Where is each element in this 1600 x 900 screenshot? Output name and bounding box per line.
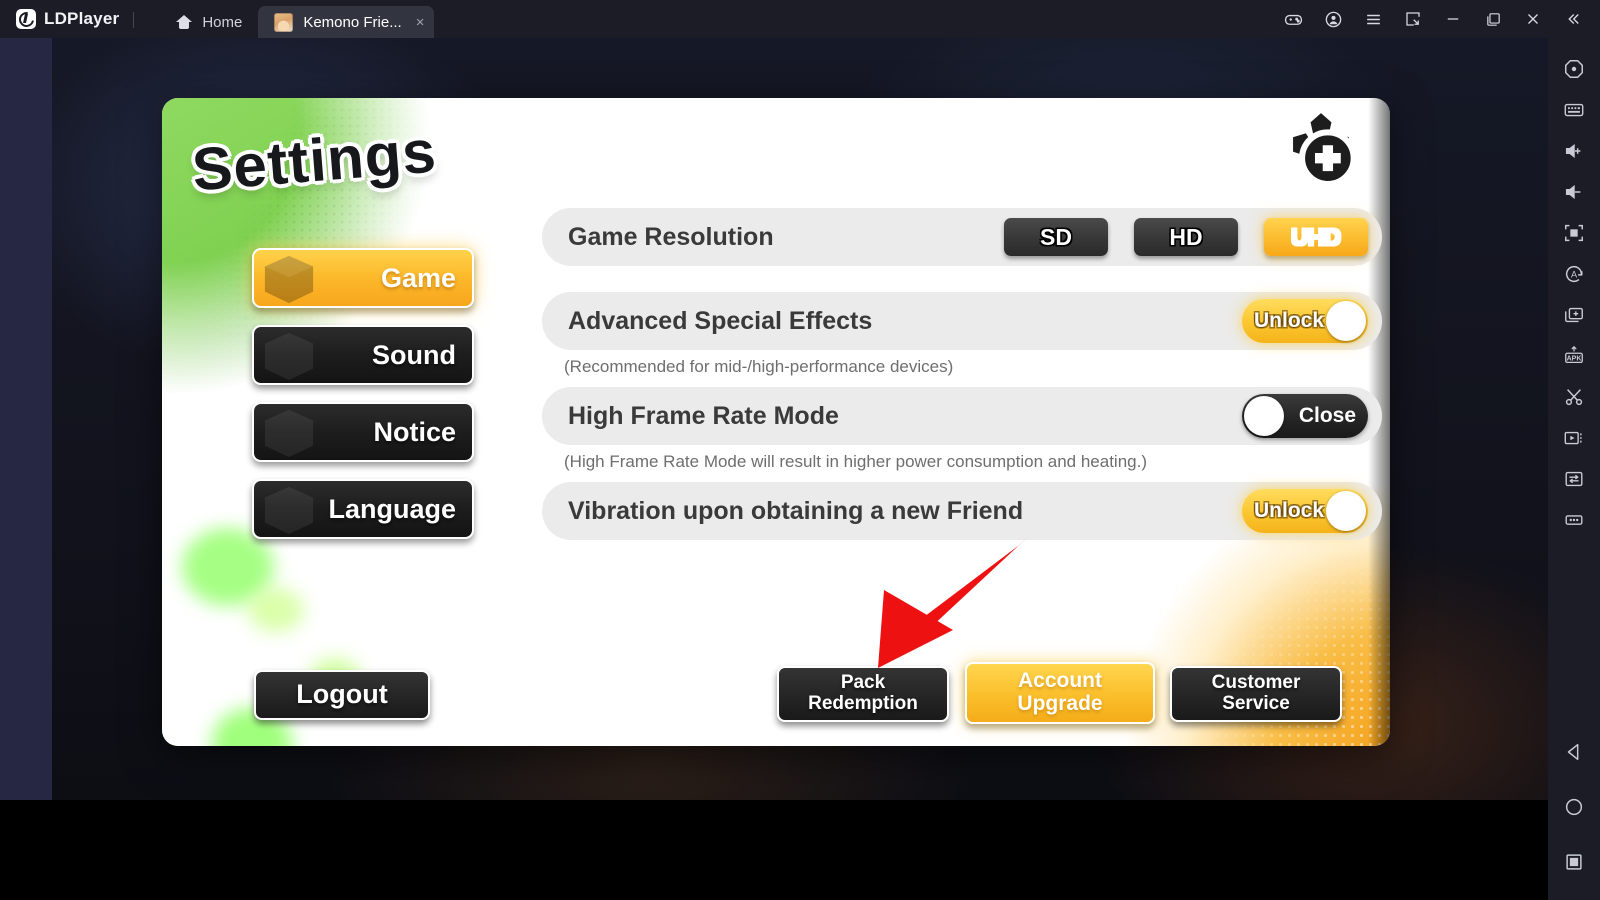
screen-left-gutter	[0, 38, 52, 800]
resolution-option-sd[interactable]: SD	[1004, 218, 1108, 256]
toggle-label: Close	[1298, 404, 1356, 427]
app-root: LDPlayer Home Kemono Frie... × Settings …	[0, 0, 1600, 900]
toggle-label: Unlock	[1254, 309, 1325, 332]
keyboard-icon[interactable]	[1548, 89, 1600, 130]
row-game-resolution: Game Resolution SD HD UHD	[542, 208, 1382, 266]
settings-panel: Settings Game Sound Notice Language Game…	[162, 98, 1390, 746]
row-note: (Recommended for mid-/high-performance d…	[564, 357, 954, 376]
fullscreen-icon[interactable]	[1548, 212, 1600, 253]
sidebar-item-label: Notice	[373, 416, 456, 447]
tab-kemono-friends-label: Kemono Frie...	[303, 13, 402, 31]
volume-down-icon[interactable]	[1548, 171, 1600, 212]
cube-icon	[260, 330, 318, 383]
brand-separator	[133, 12, 135, 28]
svg-text:APK: APK	[1567, 355, 1582, 362]
row-label: High Frame Rate Mode	[568, 401, 839, 430]
resolution-option-uhd[interactable]: UHD	[1264, 218, 1368, 256]
more-options-icon[interactable]	[1548, 499, 1600, 540]
sidebar-item-game[interactable]: Game	[252, 248, 474, 308]
customer-service-line1: Customer	[1211, 672, 1301, 694]
close-icon[interactable]	[1514, 0, 1552, 38]
tabstrip: Home Kemono Frie... ×	[160, 0, 435, 38]
android-recents-icon[interactable]	[1548, 841, 1600, 882]
app-avatar-icon	[274, 12, 294, 32]
install-apk-icon[interactable]: APK	[1548, 335, 1600, 376]
home-icon	[176, 14, 193, 30]
account-upgrade-button[interactable]: Account Upgrade	[965, 662, 1155, 724]
gamepad-icon[interactable]	[1274, 0, 1312, 38]
tab-home[interactable]: Home	[160, 6, 258, 38]
sidebar-item-language[interactable]: Language	[252, 479, 474, 539]
screen-letterbox	[0, 800, 1548, 900]
screenshot-scissors-icon[interactable]	[1548, 376, 1600, 417]
multi-instance-icon[interactable]	[1548, 294, 1600, 335]
emulator-toolbar: A APK	[1548, 38, 1600, 900]
android-back-icon[interactable]	[1548, 731, 1600, 772]
toggle-knob	[1326, 301, 1366, 341]
tab-home-label: Home	[202, 13, 243, 31]
emulator-screen: Settings Game Sound Notice Language Game…	[0, 38, 1548, 900]
maximize-icon[interactable]	[1474, 0, 1512, 38]
tab-close-icon[interactable]: ×	[416, 15, 425, 30]
logout-button[interactable]: Logout	[254, 670, 430, 720]
toggle-knob	[1244, 396, 1284, 436]
account-upgrade-line1: Account	[1018, 669, 1102, 693]
sidebar-item-sound[interactable]: Sound	[252, 325, 474, 385]
game-stage: Settings Game Sound Notice Language Game…	[52, 38, 1548, 800]
paw-cross-logo	[1278, 104, 1364, 190]
volume-up-icon[interactable]	[1548, 130, 1600, 171]
pack-redemption-button[interactable]: Pack Redemption	[777, 666, 949, 722]
ldplayer-logo-icon	[16, 9, 36, 29]
sidebar-item-notice[interactable]: Notice	[252, 402, 474, 462]
glow-accent	[248, 588, 304, 632]
row-note: (High Frame Rate Mode will result in hig…	[564, 452, 1148, 471]
row-spacer	[542, 266, 1382, 292]
pack-redemption-line2: Redemption	[808, 693, 918, 714]
minimize-icon[interactable]	[1434, 0, 1472, 38]
menu-icon[interactable]	[1354, 0, 1392, 38]
sidebar-item-label: Language	[328, 493, 456, 524]
brand-name: LDPlayer	[44, 9, 120, 28]
svg-text:A: A	[1571, 269, 1578, 279]
toggle-vibration-new-friend[interactable]: Unlock	[1242, 489, 1368, 533]
toggle-high-frame-rate-mode[interactable]: Close	[1242, 394, 1368, 438]
shared-folder-icon[interactable]	[1548, 458, 1600, 499]
settings-content: Game Resolution SD HD UHD Advanced Speci…	[542, 208, 1382, 540]
toggle-knob	[1326, 491, 1366, 531]
customer-service-button[interactable]: Customer Service	[1170, 666, 1342, 722]
customer-service-line2: Service	[1222, 693, 1290, 714]
shrink-window-icon[interactable]	[1394, 0, 1432, 38]
sidebar-item-label: Game	[380, 262, 456, 293]
account-icon[interactable]	[1314, 0, 1352, 38]
cube-icon	[260, 253, 318, 306]
resolution-option-hd[interactable]: HD	[1134, 218, 1238, 256]
window-controls	[1274, 0, 1600, 38]
row-label: Vibration upon obtaining a new Friend	[568, 496, 1024, 525]
row-advanced-special-effects: Advanced Special Effects Unlock	[542, 292, 1382, 350]
row-label: Game Resolution	[568, 222, 774, 251]
ldplayer-brand: LDPlayer	[0, 0, 119, 38]
toggle-label: Unlock	[1254, 499, 1325, 522]
android-home-icon[interactable]	[1548, 786, 1600, 827]
row-high-frame-rate-mode: High Frame Rate Mode Close	[542, 387, 1382, 445]
account-upgrade-line2: Upgrade	[1017, 692, 1103, 715]
cube-icon	[260, 407, 318, 460]
video-record-icon[interactable]	[1548, 417, 1600, 458]
row-vibration-new-friend: Vibration upon obtaining a new Friend Un…	[542, 482, 1382, 540]
collapse-toolbar-icon[interactable]	[1554, 0, 1592, 38]
titlebar: LDPlayer Home Kemono Frie... ×	[0, 0, 1600, 38]
toggle-advanced-special-effects[interactable]: Unlock	[1242, 299, 1368, 343]
sidebar-item-label: Sound	[372, 339, 456, 370]
settings-nav: Game Sound Notice Language	[252, 248, 482, 556]
cube-icon	[260, 484, 318, 537]
row-label: Advanced Special Effects	[568, 306, 873, 335]
pack-redemption-line1: Pack	[840, 672, 886, 694]
home-hex-icon[interactable]	[1548, 48, 1600, 89]
resolution-options: SD HD UHD	[1004, 218, 1368, 256]
auto-rotate-icon[interactable]: A	[1548, 253, 1600, 294]
tab-kemono-friends[interactable]: Kemono Frie... ×	[258, 6, 435, 38]
